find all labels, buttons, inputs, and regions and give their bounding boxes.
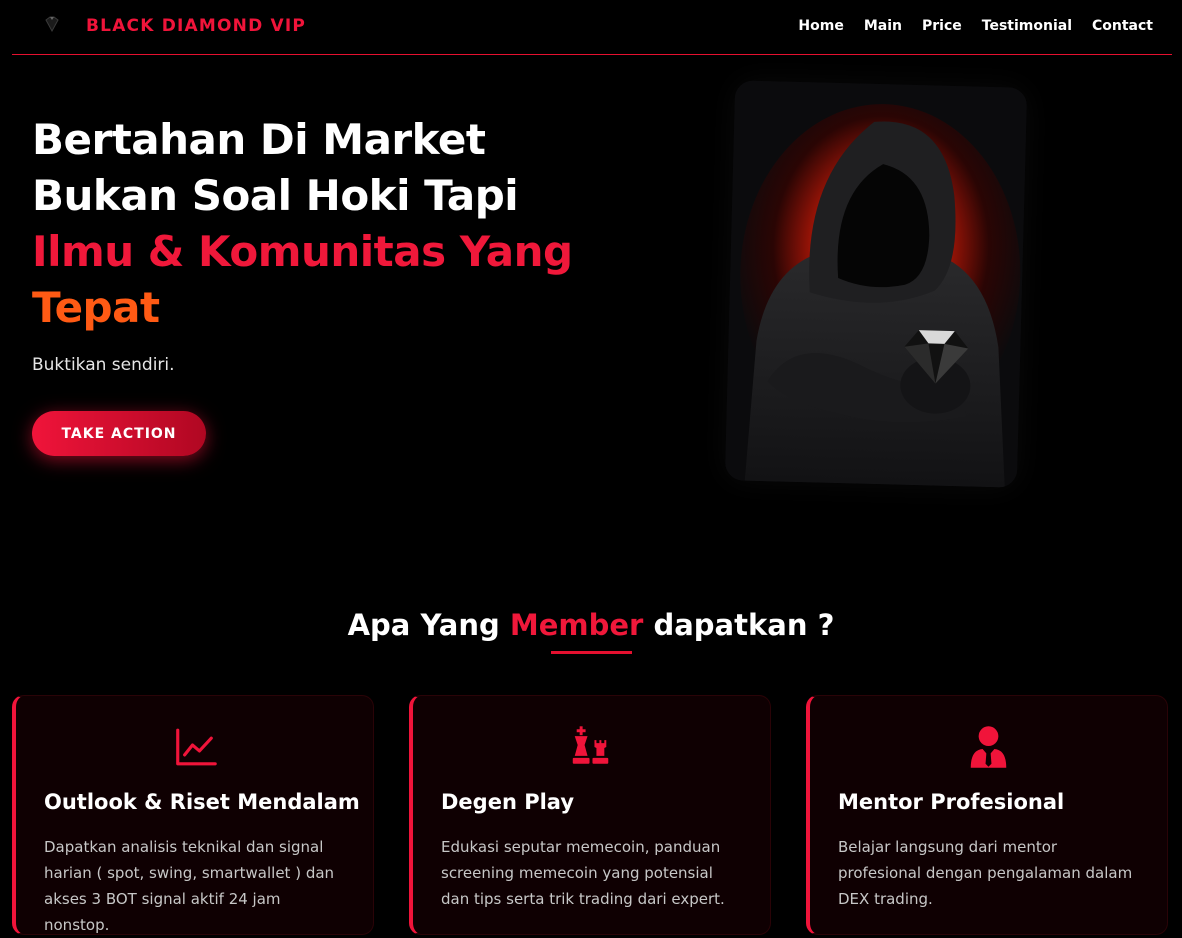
hero-title-line-1: Bertahan Di Market xyxy=(32,115,486,164)
nav-home[interactable]: Home xyxy=(798,18,843,34)
card-description: Dapatkan analisis teknikal dan signal ha… xyxy=(44,838,335,934)
hero-title: Bertahan Di Market Bukan Soal Hoki Tapi … xyxy=(32,112,632,336)
features-title: Apa Yang Member dapatkan ? xyxy=(0,608,1182,642)
nav-main[interactable]: Main xyxy=(864,18,902,34)
chess-icon xyxy=(572,726,609,764)
main-menu: Home Main Price Testimonial Contact xyxy=(798,18,1153,34)
take-action-button[interactable]: TAKE ACTION xyxy=(32,411,206,456)
diamond-icon[interactable] xyxy=(42,14,62,34)
features-title-post: dapatkan ? xyxy=(653,608,835,642)
brand-name[interactable]: BLACK DIAMOND VIP xyxy=(86,16,306,36)
chart-line-icon xyxy=(176,728,217,766)
hooded-figure-illustration xyxy=(724,80,1028,488)
feature-card-mentor: Mentor Profesional Belajar langsung dari… xyxy=(806,695,1168,935)
features-title-highlight: Member xyxy=(509,608,644,642)
feature-card-research: Outlook & Riset Mendalam Dapatkan analis… xyxy=(12,695,374,935)
hero-title-line-3: Ilmu & Komunitas Yang xyxy=(32,227,573,276)
card-description: Belajar langsung dari mentor profesional… xyxy=(838,838,1133,908)
card-description: Edukasi seputar memecoin, panduan screen… xyxy=(441,838,725,908)
nav-contact[interactable]: Contact xyxy=(1092,18,1153,34)
features-title-pre: Apa Yang xyxy=(347,608,500,642)
feature-card-degen: Degen Play Edukasi seputar memecoin, pan… xyxy=(409,695,771,935)
card-title: Degen Play xyxy=(441,790,575,814)
hero-subtitle: Buktikan sendiri. xyxy=(32,355,175,375)
nav-price[interactable]: Price xyxy=(922,18,962,34)
hero-title-line-4: Tepat xyxy=(32,283,160,332)
hero-title-line-2: Bukan Soal Hoki Tapi xyxy=(32,171,519,220)
nav-testimonial[interactable]: Testimonial xyxy=(982,18,1072,34)
card-title: Outlook & Riset Mendalam xyxy=(44,790,360,814)
hero-image xyxy=(724,80,1028,488)
user-tie-icon xyxy=(970,726,1007,768)
title-underline xyxy=(551,651,632,654)
card-title: Mentor Profesional xyxy=(838,790,1065,814)
top-navbar: BLACK DIAMOND VIP Home Main Price Testim… xyxy=(12,0,1172,55)
